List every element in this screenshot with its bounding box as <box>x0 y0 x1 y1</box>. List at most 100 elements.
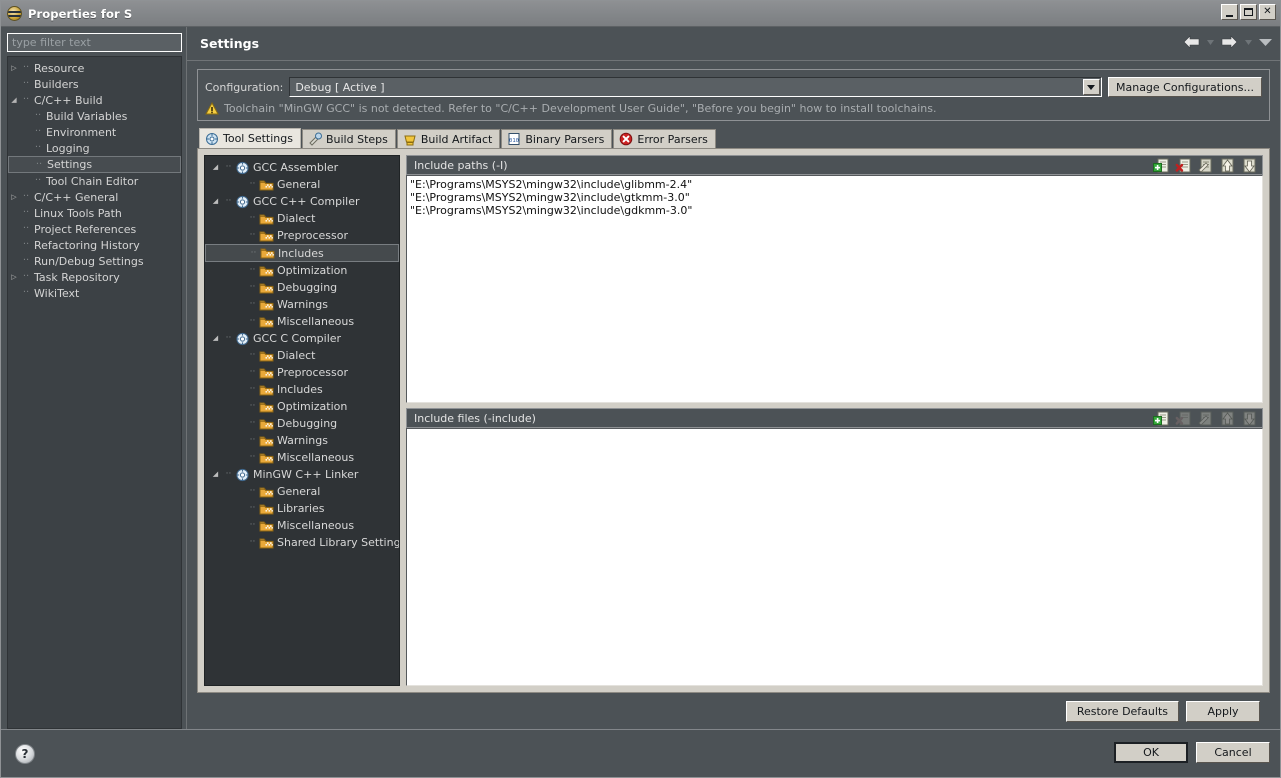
maximize-button[interactable] <box>1240 4 1257 20</box>
tool-tree-item-optimization[interactable]: ·· Optimization <box>205 262 399 279</box>
tool-tree-item-debugging[interactable]: ·· Debugging <box>205 279 399 296</box>
chevron-down-icon[interactable]: ◢ <box>209 164 222 171</box>
sidebar-item-logging[interactable]: ·· Logging <box>8 140 181 156</box>
chevron-down-icon[interactable] <box>1082 79 1100 95</box>
sidebar-item-c-c-build[interactable]: ◢ ·· C/C++ Build <box>8 92 181 108</box>
tool-tree-item-dialect[interactable]: ·· Dialect <box>205 347 399 364</box>
tool-tree-item-general[interactable]: ·· General <box>205 176 399 193</box>
tree-connector-icon: ·· <box>249 213 256 223</box>
help-icon[interactable]: ? <box>15 743 35 764</box>
configuration-value: Debug [ Active ] <box>295 80 385 94</box>
chevron-right-icon[interactable]: ▷ <box>8 64 20 72</box>
search-input[interactable] <box>7 33 182 52</box>
view-menu-chevron-down-icon[interactable] <box>1259 38 1272 47</box>
tab-build-steps[interactable]: Build Steps <box>301 129 396 148</box>
tool-tree-item-gcc-c++-compiler[interactable]: ◢ ·· GCC C++ Compiler <box>205 193 399 210</box>
tab-bar[interactable]: Tool Settings Build Steps Build Artifact 01… <box>197 128 1270 148</box>
chevron-right-icon[interactable]: ▷ <box>8 193 20 201</box>
sidebar-item-linux-tools-path[interactable]: ·· Linux Tools Path <box>8 205 181 221</box>
tab-build-artifact[interactable]: Build Artifact <box>396 129 501 148</box>
chevron-down-icon[interactable]: ◢ <box>209 198 222 205</box>
back-history-dropdown-icon[interactable] <box>1207 39 1214 46</box>
ok-button[interactable]: OK <box>1114 742 1188 763</box>
tool-tree-item-label: Miscellaneous <box>277 451 355 464</box>
edit-icon[interactable] <box>1197 157 1214 174</box>
forward-arrow-icon[interactable] <box>1221 35 1238 49</box>
build-artifact-icon <box>403 132 417 146</box>
tool-tree-item-miscellaneous[interactable]: ·· Miscellaneous <box>205 449 399 466</box>
configuration-select[interactable]: Debug [ Active ] <box>289 77 1102 97</box>
delete-icon[interactable] <box>1175 157 1192 174</box>
tree-connector-icon: ·· <box>249 452 256 462</box>
include-files-list[interactable] <box>406 428 1263 686</box>
tool-tree-item-gcc-c-compiler[interactable]: ◢ ·· GCC C Compiler <box>205 330 399 347</box>
tab-error-parsers[interactable]: Error Parsers <box>613 129 716 148</box>
list-item[interactable]: "E:\Programs\MSYS2\mingw32\include\glibm… <box>410 178 1259 191</box>
chevron-down-icon[interactable]: ◢ <box>209 471 222 478</box>
sidebar-item-settings[interactable]: ·· Settings <box>8 156 181 173</box>
close-icon[interactable]: ✕ <box>1259 4 1276 20</box>
move-up-icon[interactable] <box>1219 157 1236 174</box>
tab-binary-parsers[interactable]: 010 Binary Parsers <box>501 129 613 148</box>
tool-tree-item-optimization[interactable]: ·· Optimization <box>205 398 399 415</box>
chevron-right-icon[interactable]: ▷ <box>8 273 20 281</box>
move-down-icon[interactable] <box>1241 157 1258 174</box>
sidebar-item-task-repository[interactable]: ▷ ·· Task Repository <box>8 269 181 285</box>
tool-tree-item-preprocessor[interactable]: ·· Preprocessor <box>205 227 399 244</box>
tool-tree-item-dialect[interactable]: ·· Dialect <box>205 210 399 227</box>
cancel-button[interactable]: Cancel <box>1196 742 1270 763</box>
sidebar-item-builders[interactable]: ·· Builders <box>8 76 181 92</box>
minimize-button[interactable] <box>1221 4 1238 20</box>
settings-nav-tree[interactable]: ▷ ·· Resource ·· Builders ◢ ·· C/C++ Build ·· Bui… <box>7 56 182 729</box>
include-files-label: Include files (-include) <box>414 411 536 425</box>
sidebar-item-wikitext[interactable]: ·· WikiText <box>8 285 181 301</box>
chevron-down-icon[interactable]: ◢ <box>209 335 222 342</box>
sidebar-item-run-debug-settings[interactable]: ·· Run/Debug Settings <box>8 253 181 269</box>
apply-button[interactable]: Apply <box>1186 700 1260 722</box>
folder-icon <box>259 417 274 431</box>
tool-tree-item-miscellaneous[interactable]: ·· Miscellaneous <box>205 517 399 534</box>
tool-tree-item-label: Optimization <box>277 400 348 413</box>
tree-connector-icon: ·· <box>249 350 256 360</box>
tool-tree-item-label: GCC C++ Compiler <box>253 195 360 208</box>
tool-tree-item-debugging[interactable]: ·· Debugging <box>205 415 399 432</box>
sidebar-item-environment[interactable]: ·· Environment <box>8 124 181 140</box>
forward-history-dropdown-icon[interactable] <box>1245 39 1252 46</box>
manage-configurations-button[interactable]: Manage Configurations... <box>1107 77 1262 97</box>
sidebar-item-resource[interactable]: ▷ ·· Resource <box>8 60 181 76</box>
tool-tree-item-warnings[interactable]: ·· Warnings <box>205 432 399 449</box>
list-item[interactable]: "E:\Programs\MSYS2\mingw32\include\gtkmm… <box>410 191 1259 204</box>
sidebar-item-label: WikiText <box>34 286 80 300</box>
add-icon[interactable] <box>1153 157 1170 174</box>
tool-tree-item-includes[interactable]: ·· Includes <box>205 244 399 262</box>
folder-icon <box>259 229 274 243</box>
sidebar-item-project-references[interactable]: ·· Project References <box>8 221 181 237</box>
sidebar-item-c-c-general[interactable]: ▷ ·· C/C++ General <box>8 189 181 205</box>
tool-icon <box>235 332 250 346</box>
move-up-icon <box>1221 411 1234 426</box>
tool-tree[interactable]: ◢ ·· GCC Assembler ·· General ◢ ·· GCC C++ Comp… <box>204 155 400 686</box>
sidebar-item-tool-chain-editor[interactable]: ·· Tool Chain Editor <box>8 173 181 189</box>
page-header: Settings <box>187 27 1280 61</box>
tool-tree-item-shared-library-settings[interactable]: ·· Shared Library Settings <box>205 534 399 551</box>
tab-tool-settings[interactable]: Tool Settings <box>199 128 301 148</box>
tool-tree-item-miscellaneous[interactable]: ·· Miscellaneous <box>205 313 399 330</box>
tool-tree-item-includes[interactable]: ·· Includes <box>205 381 399 398</box>
tree-connector-icon: ·· <box>22 94 30 105</box>
add-icon[interactable] <box>1153 410 1170 427</box>
tool-tree-item-warnings[interactable]: ·· Warnings <box>205 296 399 313</box>
sidebar-item-build-variables[interactable]: ·· Build Variables <box>8 108 181 124</box>
tool-tree-item-preprocessor[interactable]: ·· Preprocessor <box>205 364 399 381</box>
include-paths-list[interactable]: "E:\Programs\MSYS2\mingw32\include\glibm… <box>406 175 1263 403</box>
tool-tree-item-gcc-assembler[interactable]: ◢ ·· GCC Assembler <box>205 159 399 176</box>
sidebar-item-refactoring-history[interactable]: ·· Refactoring History <box>8 237 181 253</box>
tool-tree-item-general[interactable]: ·· General <box>205 483 399 500</box>
tool-settings-panel: ◢ ·· GCC Assembler ·· General ◢ ·· GCC C++ Comp… <box>197 148 1270 693</box>
back-arrow-icon[interactable] <box>1183 35 1200 49</box>
tool-tree-item-libraries[interactable]: ·· Libraries <box>205 500 399 517</box>
tool-tree-item-mingw-c++-linker[interactable]: ◢ ·· MinGW C++ Linker <box>205 466 399 483</box>
tool-settings-icon <box>205 132 219 146</box>
chevron-down-icon[interactable]: ◢ <box>8 96 20 104</box>
restore-defaults-button[interactable]: Restore Defaults <box>1065 700 1179 722</box>
list-item[interactable]: "E:\Programs\MSYS2\mingw32\include\gdkmm… <box>410 204 1259 217</box>
